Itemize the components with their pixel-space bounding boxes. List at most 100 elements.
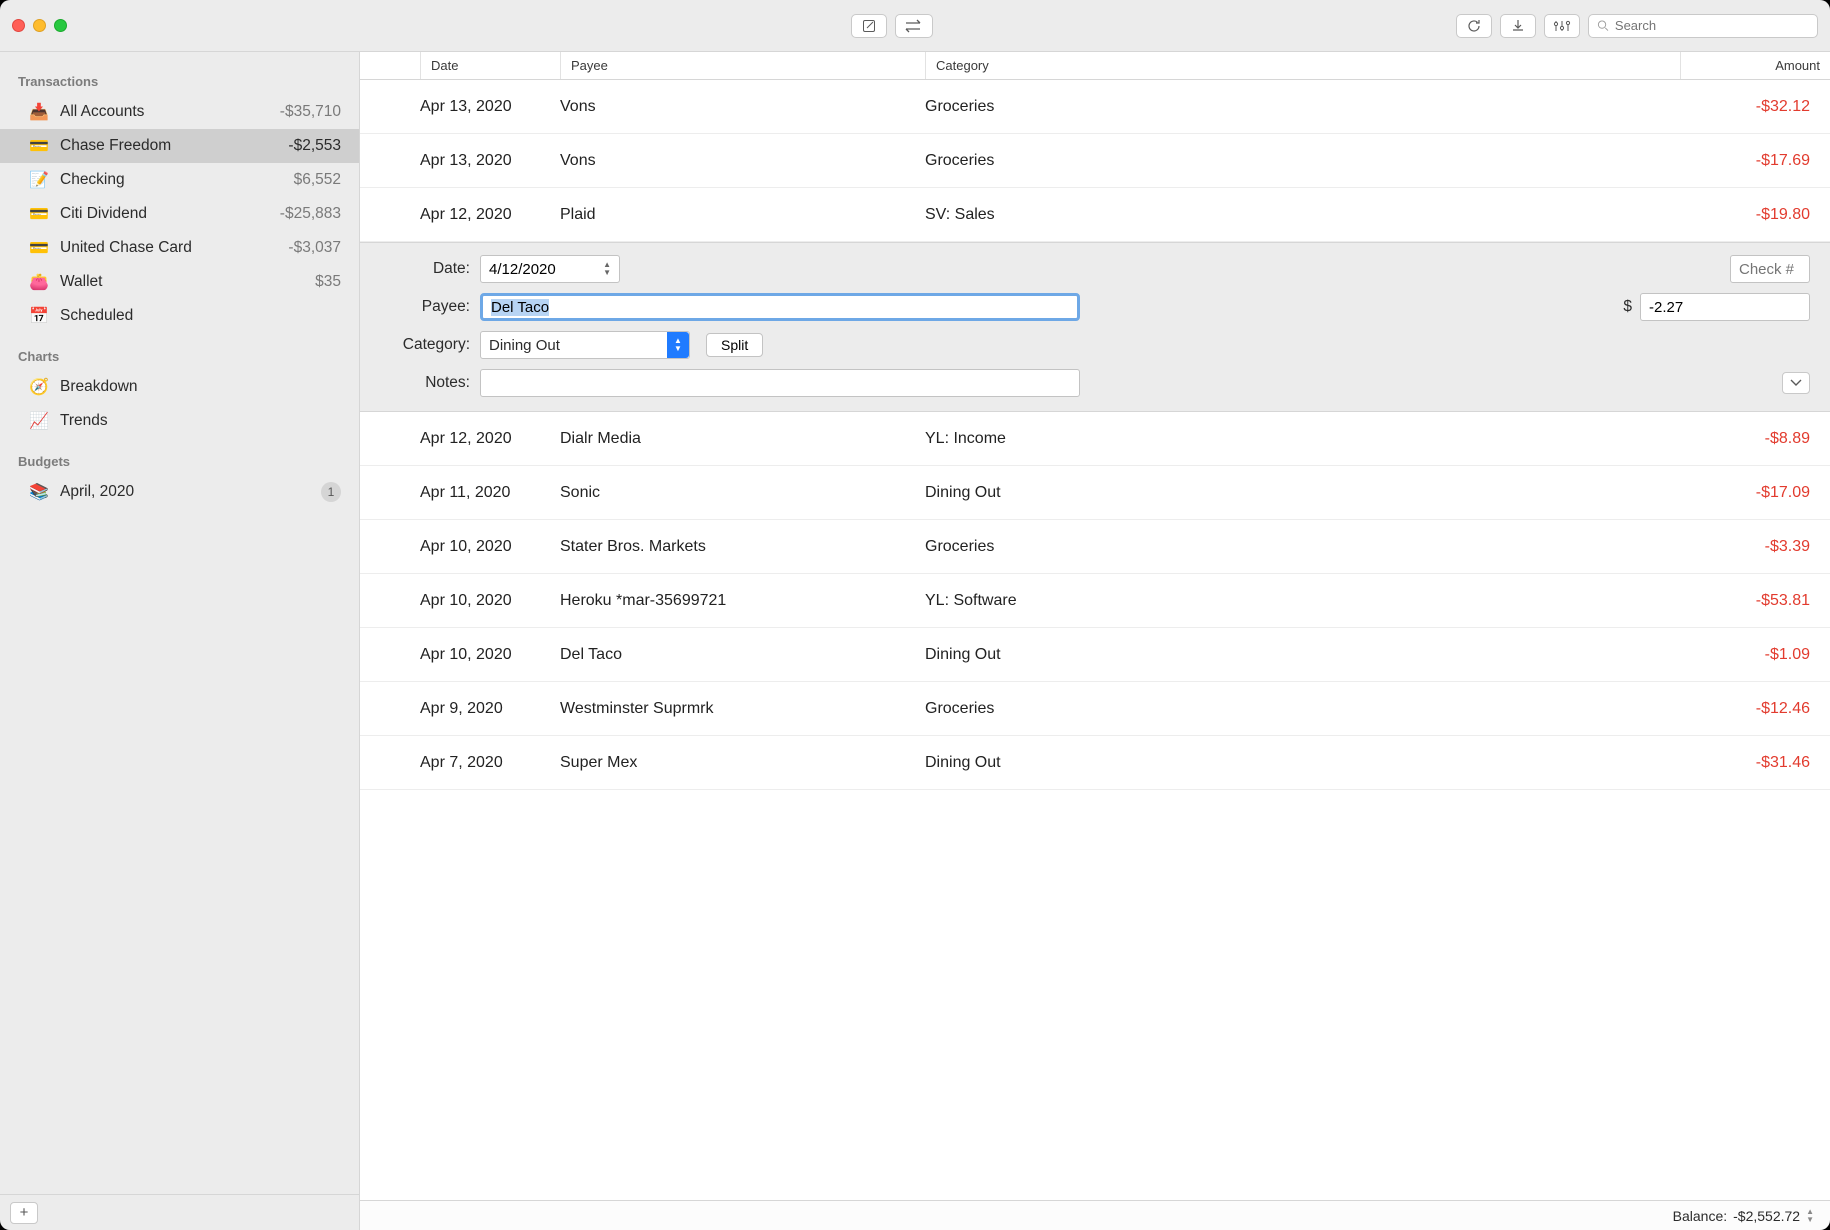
editor-amount-input[interactable] (1649, 299, 1801, 316)
editor-notes-field[interactable] (480, 369, 1080, 397)
toolbar-left-group (851, 14, 933, 38)
balance-label: Balance: (1673, 1208, 1727, 1224)
app-window: Transactions📥All Accounts-$35,710💳Chase … (0, 0, 1830, 1230)
tx-date: Apr 10, 2020 (420, 538, 560, 556)
sidebar-item-citi-dividend[interactable]: 💳Citi Dividend-$25,883 (0, 197, 359, 231)
sidebar-item-icon: 👛 (28, 272, 50, 292)
sidebar-item-trends[interactable]: 📈 Trends (0, 404, 359, 438)
search-input[interactable] (1615, 18, 1809, 33)
transaction-row[interactable]: Apr 13, 2020VonsGroceries-$32.12 (360, 80, 1830, 134)
status-bar: Balance: -$2,552.72 ▲▼ (360, 1200, 1830, 1230)
sidebar-item-breakdown[interactable]: 🧭Breakdown (0, 370, 359, 404)
expand-editor-button[interactable] (1782, 372, 1810, 394)
transaction-row[interactable]: Apr 10, 2020Stater Bros. MarketsGrocerie… (360, 520, 1830, 574)
sidebar-item-chase-freedom[interactable]: 💳Chase Freedom-$2,553 (0, 129, 359, 163)
split-button[interactable]: Split (706, 333, 763, 357)
transfer-button[interactable] (895, 14, 933, 38)
transaction-row[interactable]: Apr 13, 2020VonsGroceries-$17.69 (360, 134, 1830, 188)
editor-payee-field[interactable] (480, 293, 1080, 321)
editor-amount-field[interactable] (1640, 293, 1810, 321)
sidebar-item-icon: 📥 (28, 102, 50, 122)
transaction-row[interactable]: Apr 12, 2020Dialr MediaYL: Income-$8.89 (360, 412, 1830, 466)
tx-amount: -$8.89 (1660, 430, 1810, 448)
sidebar-item-all-accounts[interactable]: 📥 All Accounts -$35,710 (0, 95, 359, 129)
sidebar-item-label: Checking (60, 171, 284, 189)
tx-payee: Heroku *mar-35699721 (560, 592, 925, 610)
sidebar-item-april-2020[interactable]: 📚 April, 2020 1 (0, 475, 359, 509)
sidebar-item-label: April, 2020 (60, 483, 311, 501)
editor-payee-input[interactable] (491, 299, 1069, 316)
tx-category: Groceries (925, 98, 1660, 116)
balance-stepper-icon[interactable]: ▲▼ (1806, 1208, 1814, 1224)
minimize-window-button[interactable] (33, 19, 46, 32)
sidebar-item-checking[interactable]: 📝Checking$6,552 (0, 163, 359, 197)
sidebar-item-united-chase-card[interactable]: 💳United Chase Card-$3,037 (0, 231, 359, 265)
column-amount[interactable]: Amount (1680, 52, 1830, 79)
editor-date-field[interactable]: ▲▼ (480, 255, 620, 283)
sidebar-item-label: Citi Dividend (60, 205, 270, 223)
sidebar: Transactions📥All Accounts-$35,710💳Chase … (0, 52, 360, 1230)
tx-date: Apr 11, 2020 (420, 484, 560, 502)
sidebar-item-label: All Accounts (60, 103, 270, 121)
column-payee[interactable]: Payee (560, 52, 925, 79)
sidebar-item-scheduled[interactable]: 📅Scheduled (0, 299, 359, 333)
transactions-list[interactable]: Apr 13, 2020VonsGroceries-$32.12Apr 13, … (360, 80, 1830, 1200)
transactions-header: Date Payee Category Amount (360, 52, 1830, 80)
compose-button[interactable] (851, 14, 887, 38)
sidebar-item-label: United Chase Card (60, 239, 278, 257)
add-account-button[interactable]: + (10, 1202, 38, 1224)
sidebar-item-amount: $35 (315, 273, 341, 291)
import-button[interactable] (1500, 14, 1536, 38)
close-window-button[interactable] (12, 19, 25, 32)
sidebar-item-amount: -$3,037 (288, 239, 341, 257)
tx-amount: -$1.09 (1660, 646, 1810, 664)
tx-category: Dining Out (925, 646, 1660, 664)
tx-category: Groceries (925, 538, 1660, 556)
tx-amount: -$3.39 (1660, 538, 1810, 556)
transaction-row[interactable]: Apr 10, 2020Heroku *mar-35699721YL: Soft… (360, 574, 1830, 628)
tx-category: Dining Out (925, 754, 1660, 772)
tx-date: Apr 7, 2020 (420, 754, 560, 772)
transaction-row[interactable]: Apr 11, 2020SonicDining Out-$17.09 (360, 466, 1830, 520)
sidebar-item-amount: -$35,710 (280, 103, 341, 121)
zoom-window-button[interactable] (54, 19, 67, 32)
sidebar-item-amount: -$25,883 (280, 205, 341, 223)
tx-amount: -$53.81 (1660, 592, 1810, 610)
sidebar-item-label: Trends (60, 412, 331, 430)
tx-amount: -$17.69 (1660, 152, 1810, 170)
column-date[interactable]: Date (420, 52, 560, 79)
transaction-row[interactable]: Apr 12, 2020PlaidSV: Sales-$19.80 (360, 188, 1830, 242)
editor-check-field[interactable] (1730, 255, 1810, 283)
tx-category: Groceries (925, 700, 1660, 718)
editor-check-input[interactable] (1739, 261, 1801, 278)
sidebar-item-label: Wallet (60, 273, 305, 291)
editor-category-select[interactable]: Dining Out▲▼ (480, 331, 690, 359)
sidebar-item-amount: -$2,553 (288, 137, 341, 155)
date-stepper-icon[interactable]: ▲▼ (603, 261, 611, 277)
sidebar-item-icon: 📈 (28, 411, 50, 431)
column-category[interactable]: Category (925, 52, 1680, 79)
chevron-down-icon (1790, 379, 1802, 387)
sidebar-item-wallet[interactable]: 👛 Wallet $35 (0, 265, 359, 299)
sidebar-item-label: Scheduled (60, 307, 331, 325)
editor-notes-label: Notes: (380, 374, 470, 392)
search-field[interactable] (1588, 14, 1818, 38)
transaction-row[interactable]: Apr 7, 2020Super MexDining Out-$31.46 (360, 736, 1830, 790)
tx-date: Apr 10, 2020 (420, 646, 560, 664)
sidebar-item-icon: 📚 (28, 482, 50, 502)
download-icon (1510, 18, 1526, 34)
tx-category: Groceries (925, 152, 1660, 170)
editor-date-input[interactable] (489, 261, 599, 278)
settings-button[interactable] (1544, 14, 1580, 38)
tx-date: Apr 9, 2020 (420, 700, 560, 718)
tx-date: Apr 10, 2020 (420, 592, 560, 610)
sync-icon (1466, 18, 1482, 34)
transaction-row[interactable]: Apr 10, 2020Del TacoDining Out-$1.09 (360, 628, 1830, 682)
sidebar-item-badge: 1 (321, 482, 341, 502)
search-icon (1597, 19, 1609, 32)
editor-notes-input[interactable] (489, 375, 1071, 392)
tx-payee: Vons (560, 152, 925, 170)
transaction-row[interactable]: Apr 9, 2020Westminster SuprmrkGroceries-… (360, 682, 1830, 736)
toolbar-right-group (1456, 14, 1818, 38)
sync-button[interactable] (1456, 14, 1492, 38)
